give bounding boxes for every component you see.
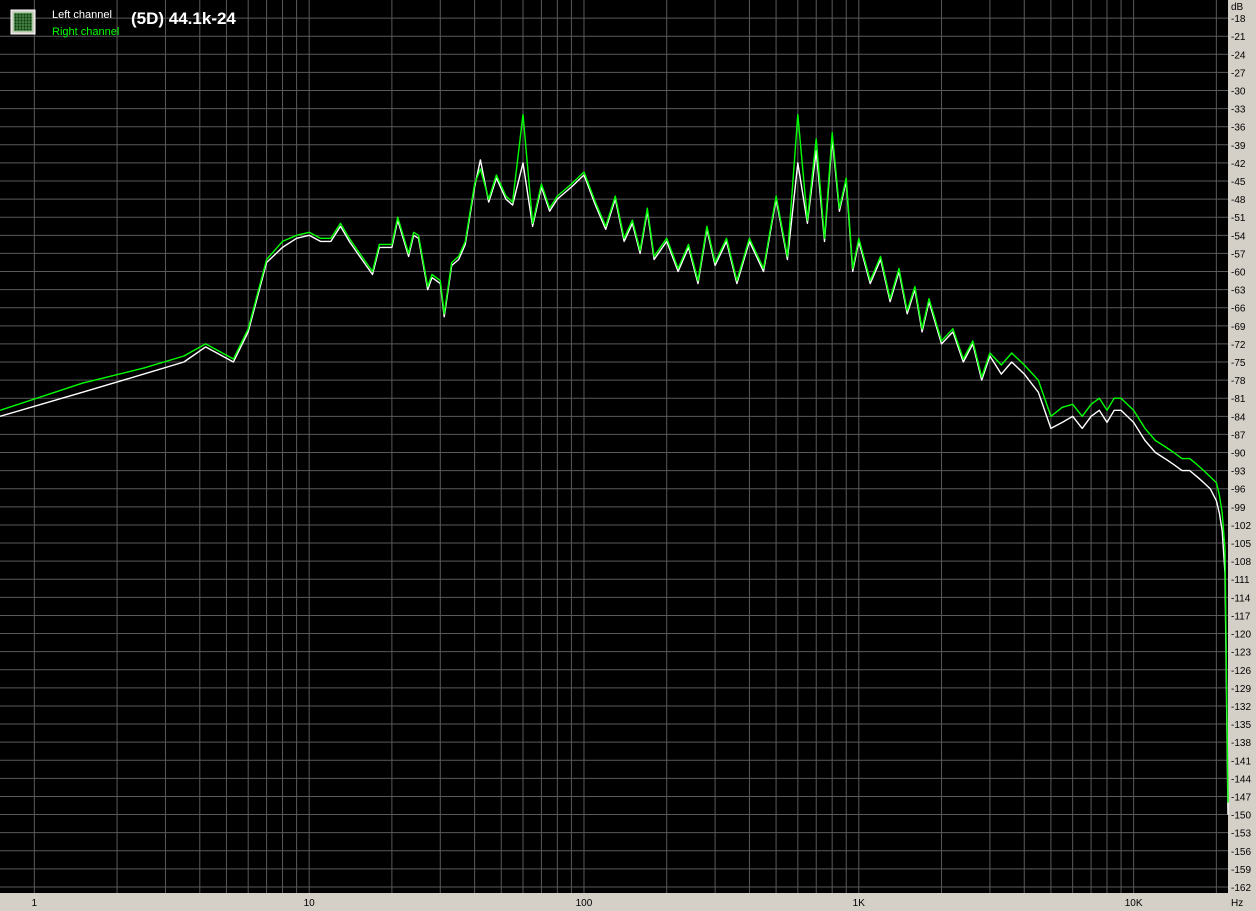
y-tick-label: -90 [1231, 449, 1246, 460]
y-tick-label: -144 [1231, 774, 1251, 785]
y-tick-label: -30 [1231, 87, 1246, 98]
y-tick-label: -150 [1231, 811, 1251, 822]
y-tick-label: -81 [1231, 394, 1246, 405]
y-tick-label: -162 [1231, 883, 1251, 894]
spectrum-grid-icon[interactable] [10, 9, 36, 35]
y-tick-label: -135 [1231, 720, 1251, 731]
y-axis-unit-label: dB [1231, 2, 1244, 13]
y-tick-label: -48 [1231, 195, 1246, 206]
y-tick-label: -21 [1231, 32, 1246, 43]
y-tick-label: -96 [1231, 485, 1246, 496]
y-tick-label: -75 [1231, 358, 1246, 369]
x-tick-label: 1K [853, 898, 866, 909]
y-tick-label: -156 [1231, 847, 1251, 858]
y-tick-label: -60 [1231, 268, 1246, 279]
x-tick-label: 10 [304, 898, 316, 909]
y-tick-label: -153 [1231, 829, 1251, 840]
y-tick-label: -66 [1231, 304, 1246, 315]
y-tick-label: -138 [1231, 738, 1251, 749]
y-tick-label: -42 [1231, 159, 1246, 170]
y-tick-label: -141 [1231, 756, 1251, 767]
y-tick-label: -51 [1231, 213, 1246, 224]
y-tick-label: -54 [1231, 231, 1246, 242]
y-tick-label: -72 [1231, 340, 1246, 351]
y-tick-label: -24 [1231, 50, 1246, 61]
y-tick-label: -132 [1231, 702, 1251, 713]
y-tick-label: -111 [1231, 575, 1250, 586]
x-tick-label: 10K [1125, 898, 1143, 909]
x-axis-unit-label: Hz [1231, 898, 1243, 909]
legend-left-channel: Left channel [52, 9, 112, 21]
y-tick-label: -147 [1231, 792, 1251, 803]
y-tick-label: -45 [1231, 177, 1246, 188]
y-tick-label: -84 [1231, 412, 1246, 423]
y-tick-label: -117 [1231, 611, 1251, 622]
y-tick-label: -63 [1231, 286, 1246, 297]
x-tick-label: 1 [32, 898, 38, 909]
chart-title: (5D) 44.1k-24 [131, 9, 236, 28]
y-tick-label: -69 [1231, 322, 1246, 333]
legend-right-channel: Right channel [52, 26, 119, 38]
plot-background [0, 0, 1228, 893]
y-tick-label: -108 [1231, 557, 1251, 568]
y-tick-label: -99 [1231, 503, 1246, 514]
x-tick-label: 100 [576, 898, 593, 909]
frequency-spectrum-chart: -18 -21 -24 -27 -30 -33 -36 -39 -42 -45 -48 -51 -54 -… [0, 0, 1256, 911]
y-tick-label: -105 [1231, 539, 1251, 550]
y-tick-label: -39 [1231, 141, 1246, 152]
y-tick-label: -87 [1231, 430, 1246, 441]
y-tick-label: -36 [1231, 123, 1246, 134]
y-tick-label: -159 [1231, 865, 1251, 876]
y-tick-label: -126 [1231, 666, 1251, 677]
y-tick-label: -114 [1231, 593, 1251, 604]
y-tick-label: -27 [1231, 68, 1246, 79]
y-tick-label: -123 [1231, 648, 1251, 659]
y-tick-label: -78 [1231, 376, 1246, 387]
y-tick-label: -120 [1231, 630, 1251, 641]
y-tick-label: -18 [1231, 14, 1246, 25]
spectrum-analyzer-window: -18 -21 -24 -27 -30 -33 -36 -39 -42 -45 -48 -51 -54 -… [0, 0, 1256, 911]
y-tick-label: -93 [1231, 467, 1246, 478]
y-tick-label: -57 [1231, 249, 1246, 260]
y-tick-label: -33 [1231, 105, 1246, 116]
y-tick-label: -102 [1231, 521, 1251, 532]
y-tick-label: -129 [1231, 684, 1251, 695]
